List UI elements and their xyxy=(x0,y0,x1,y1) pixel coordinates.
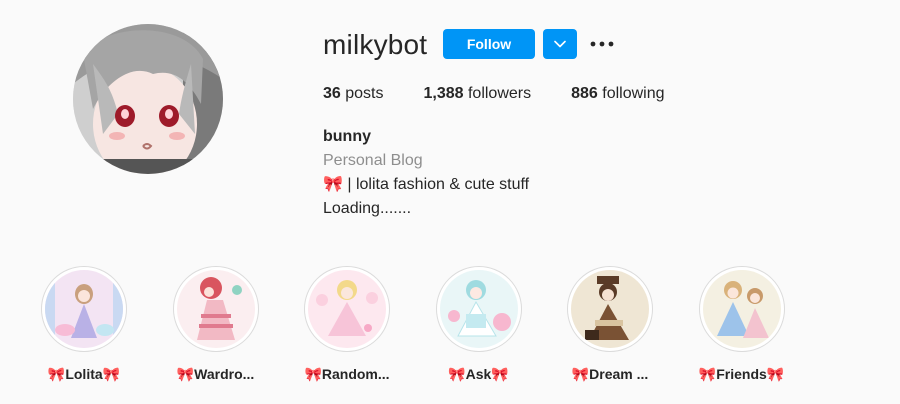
highlight-wardrobe[interactable]: 🎀Wardro... xyxy=(172,266,260,383)
profile-stats: 36 posts 1,388 followers 886 following xyxy=(323,84,705,104)
highlight-cover-image xyxy=(45,270,123,348)
chevron-down-icon xyxy=(554,40,566,48)
highlight-cover-image xyxy=(176,270,255,348)
profile-category: Personal Blog xyxy=(323,152,423,169)
more-options-button[interactable] xyxy=(588,32,616,56)
highlight-cover-image xyxy=(571,270,649,348)
highlight-ring xyxy=(698,266,785,352)
posts-count: 36 xyxy=(323,85,341,102)
highlight-cover-image xyxy=(308,270,386,348)
followers-count: 1,388 xyxy=(423,85,464,102)
highlight-dream[interactable]: 🎀Dream ... xyxy=(566,266,654,383)
story-highlights: 🎀Lolita🎀 🎀Wardro... 🎀Random... 🎀Ask🎀 🎀Dr… xyxy=(40,266,829,383)
following-stat[interactable]: 886 following xyxy=(571,84,664,104)
highlight-lolita[interactable]: 🎀Lolita🎀 xyxy=(40,266,128,383)
following-count: 886 xyxy=(571,85,598,102)
followers-stat[interactable]: 1,388 followers xyxy=(423,84,531,104)
highlight-ring xyxy=(567,266,653,352)
bio-line-2: Loading....... xyxy=(323,200,412,217)
highlight-label: 🎀Random... xyxy=(304,366,390,382)
highlight-label: 🎀Lolita🎀 xyxy=(47,366,121,382)
more-options-icon xyxy=(590,41,614,47)
profile-avatar[interactable] xyxy=(73,24,223,174)
highlight-cover-image xyxy=(439,270,518,348)
posts-label: posts xyxy=(340,85,384,102)
profile-name: bunny xyxy=(323,128,371,145)
highlight-ring xyxy=(172,266,259,352)
profile-page: milkybot Follow 36 posts 1,388 followers… xyxy=(0,0,900,404)
posts-stat: 36 posts xyxy=(323,84,383,104)
highlight-random[interactable]: 🎀Random... xyxy=(303,266,391,383)
highlight-ring xyxy=(304,266,390,352)
suggested-accounts-button[interactable] xyxy=(543,29,577,59)
highlight-ring xyxy=(435,266,522,352)
profile-bio: bunny Personal Blog 🎀 | lolita fashion &… xyxy=(323,125,529,221)
highlight-label: 🎀Ask🎀 xyxy=(448,366,509,382)
follow-button[interactable]: Follow xyxy=(443,29,535,59)
following-label: following xyxy=(597,85,665,102)
highlight-ask[interactable]: 🎀Ask🎀 xyxy=(435,266,523,383)
followers-label: followers xyxy=(463,85,532,102)
highlight-label: 🎀Friends🎀 xyxy=(698,366,785,382)
highlight-cover-image xyxy=(702,270,781,348)
highlight-label: 🎀Wardro... xyxy=(176,366,255,382)
username: milkybot xyxy=(323,29,428,60)
highlight-friends[interactable]: 🎀Friends🎀 xyxy=(698,266,786,383)
bio-line-1: 🎀 | lolita fashion & cute stuff xyxy=(323,176,530,193)
highlight-ring xyxy=(41,266,127,352)
highlight-label: 🎀Dream ... xyxy=(571,366,649,382)
